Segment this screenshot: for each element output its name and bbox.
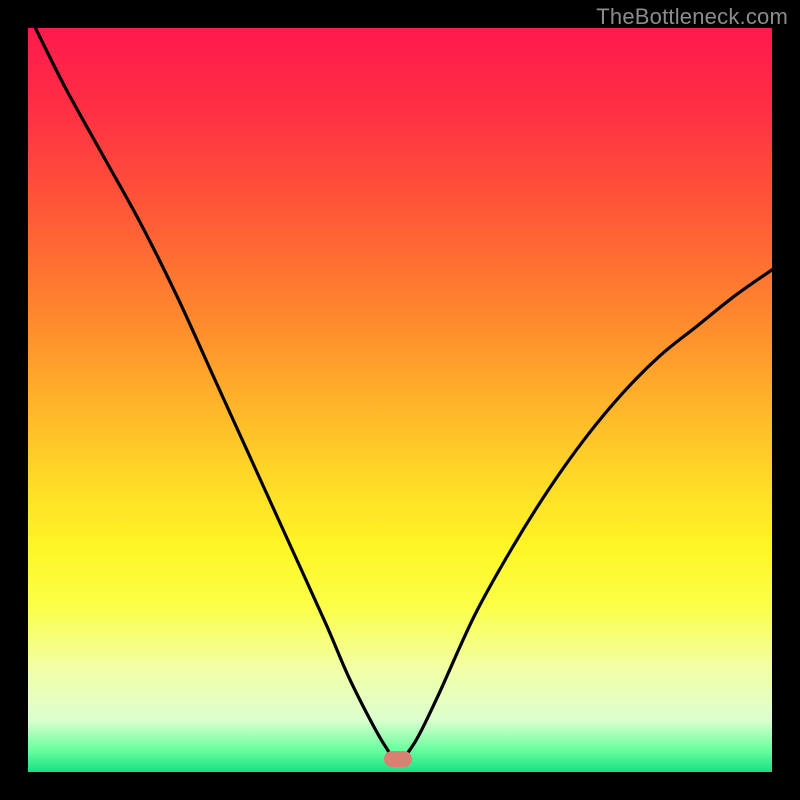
bottleneck-curve	[28, 28, 772, 772]
chart-frame: TheBottleneck.com	[0, 0, 800, 800]
minimum-marker	[384, 751, 412, 767]
plot-area	[28, 28, 772, 772]
watermark-text: TheBottleneck.com	[596, 4, 788, 30]
